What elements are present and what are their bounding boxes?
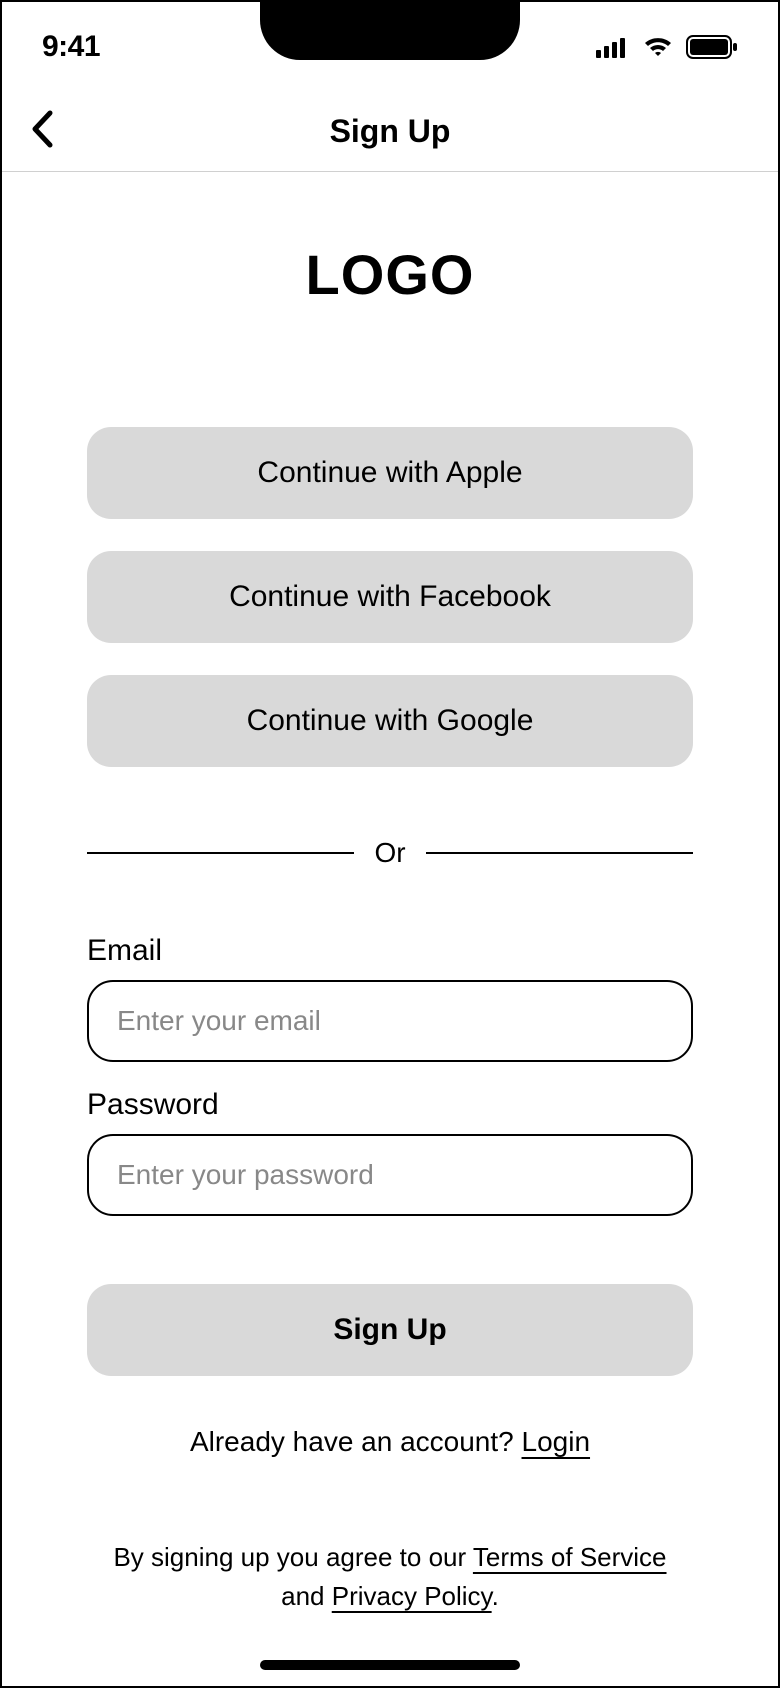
email-label: Email <box>87 934 693 968</box>
back-button[interactable] <box>22 107 62 157</box>
password-input[interactable] <box>87 1134 693 1216</box>
terms-suffix: . <box>492 1581 499 1611</box>
login-prompt: Already have an account? <box>190 1426 522 1457</box>
chevron-left-icon <box>31 110 53 153</box>
terms-of-service-link[interactable]: Terms of Service <box>473 1542 667 1572</box>
cellular-icon <box>596 36 630 58</box>
logo: LOGO <box>87 242 693 307</box>
status-bar: 9:41 <box>2 2 778 92</box>
email-input[interactable] <box>87 980 693 1062</box>
login-row: Already have an account? Login <box>87 1426 693 1458</box>
wifi-icon <box>642 36 674 58</box>
divider: Or <box>87 837 693 869</box>
signup-button[interactable]: Sign Up <box>87 1284 693 1376</box>
notch <box>260 0 520 60</box>
status-icons <box>596 35 738 59</box>
privacy-policy-link[interactable]: Privacy Policy <box>332 1581 492 1611</box>
page-title: Sign Up <box>330 113 451 150</box>
password-label: Password <box>87 1088 693 1122</box>
continue-apple-button[interactable]: Continue with Apple <box>87 427 693 519</box>
terms-text: By signing up you agree to our Terms of … <box>87 1538 693 1616</box>
divider-line <box>426 852 693 854</box>
nav-bar: Sign Up <box>2 92 778 172</box>
terms-prefix: By signing up you agree to our <box>113 1542 472 1572</box>
battery-icon <box>686 35 738 59</box>
divider-text: Or <box>374 837 405 869</box>
continue-facebook-button[interactable]: Continue with Facebook <box>87 551 693 643</box>
continue-google-button[interactable]: Continue with Google <box>87 675 693 767</box>
divider-line <box>87 852 354 854</box>
terms-and: and <box>281 1581 332 1611</box>
login-link[interactable]: Login <box>522 1426 591 1457</box>
status-time: 9:41 <box>42 30 100 64</box>
home-indicator <box>260 1660 520 1670</box>
